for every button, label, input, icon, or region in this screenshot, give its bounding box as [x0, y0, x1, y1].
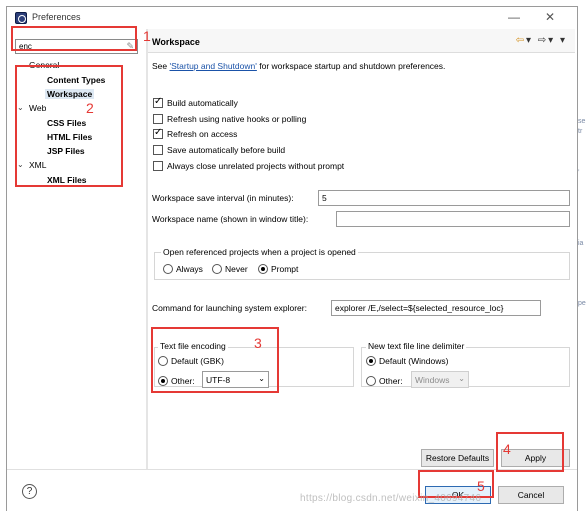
workspace-name-label: Workspace name (shown in window title): — [152, 214, 309, 224]
refresh-native-hooks-label: Refresh using native hooks or polling — [167, 114, 307, 124]
back-arrow-icon[interactable]: ⇦ — [516, 35, 526, 46]
close-unrelated-checkbox[interactable] — [153, 161, 163, 171]
save-interval-input[interactable]: 5 — [318, 190, 570, 206]
forward-menu-icon[interactable]: ▾ — [548, 35, 555, 46]
delimiter-default-label: Default (Windows) — [379, 356, 449, 366]
build-automatically-checkbox[interactable] — [153, 96, 163, 108]
see-suffix: for workspace startup and shutdown prefe… — [256, 61, 446, 71]
background-text: se — [578, 118, 586, 125]
build-automatically-label: Build automatically — [167, 98, 238, 108]
background-text: ia — [578, 240, 584, 247]
save-before-build-checkbox[interactable] — [153, 145, 163, 155]
background-text: pe — [578, 300, 586, 307]
annotation-number-2: 2 — [86, 100, 94, 116]
save-before-build-label: Save automatically before build — [167, 145, 286, 155]
open-referenced-label: Open referenced projects when a project … — [161, 247, 358, 257]
annotation-box-2 — [15, 65, 123, 187]
never-radio[interactable] — [212, 264, 222, 274]
restore-defaults-button[interactable]: Restore Defaults — [421, 449, 494, 467]
eclipse-app-icon — [15, 12, 27, 24]
chevron-down-icon: ⌄ — [458, 374, 465, 383]
annotation-number-4: 4 — [503, 441, 511, 457]
forward-arrow-icon[interactable]: ⇨ — [538, 35, 548, 46]
always-label: Always — [176, 264, 203, 274]
prompt-radio[interactable] — [258, 264, 268, 274]
background-text: tr — [578, 128, 583, 135]
startup-shutdown-link[interactable]: 'Startup and Shutdown' — [170, 61, 257, 71]
refresh-on-access-checkbox[interactable] — [153, 127, 163, 139]
never-label: Never — [225, 264, 248, 274]
close-button[interactable]: ✕ — [537, 9, 563, 25]
annotation-box-1 — [11, 26, 137, 51]
startup-hint: See 'Startup and Shutdown' for workspace… — [152, 61, 445, 71]
help-icon[interactable]: ? — [22, 484, 37, 499]
window-title: Preferences — [32, 12, 81, 22]
delimiter-select-value: Windows — [415, 375, 450, 385]
explorer-command-input[interactable]: explorer /E,/select=${selected_resource_… — [331, 300, 541, 316]
page-nav-buttons: ⇦▾ ⇨▾ ▾ — [516, 35, 567, 46]
see-prefix: See — [152, 61, 170, 71]
delimiter-default-radio[interactable] — [366, 356, 376, 366]
explorer-command-label: Command for launching system explorer: — [152, 303, 307, 313]
prompt-label: Prompt — [271, 264, 299, 274]
annotation-number-5: 5 — [477, 478, 485, 494]
annotation-number-1: 1 — [143, 28, 151, 44]
delimiter-other-label: Other: — [379, 376, 403, 386]
minimize-button[interactable]: — — [501, 9, 527, 25]
workspace-name-input[interactable] — [336, 211, 570, 227]
background-text: ʼ — [578, 170, 580, 177]
always-radio[interactable] — [163, 264, 173, 274]
delimiter-select: Windows ⌄ — [411, 371, 469, 388]
save-interval-label: Workspace save interval (in minutes): — [152, 193, 294, 203]
watermark-text: https://blog.csdn.net/weixin_40694746 — [300, 493, 482, 504]
view-menu-icon[interactable]: ▾ — [560, 35, 567, 46]
workspace-page: Workspace ⇦▾ ⇨▾ ▾ See 'Startup and Shutd… — [148, 29, 575, 469]
delimiter-other-radio[interactable] — [366, 376, 376, 386]
page-header: Workspace ⇦▾ ⇨▾ ▾ — [148, 29, 575, 53]
page-title: Workspace — [152, 37, 200, 47]
close-unrelated-label: Always close unrelated projects without … — [167, 161, 345, 171]
refresh-native-hooks-checkbox[interactable] — [153, 114, 163, 124]
cancel-button[interactable]: Cancel — [498, 486, 564, 504]
annotation-number-3: 3 — [254, 335, 262, 351]
back-menu-icon[interactable]: ▾ — [526, 35, 533, 46]
refresh-on-access-label: Refresh on access — [167, 129, 238, 139]
line-delimiter-label: New text file line delimiter — [366, 341, 467, 351]
